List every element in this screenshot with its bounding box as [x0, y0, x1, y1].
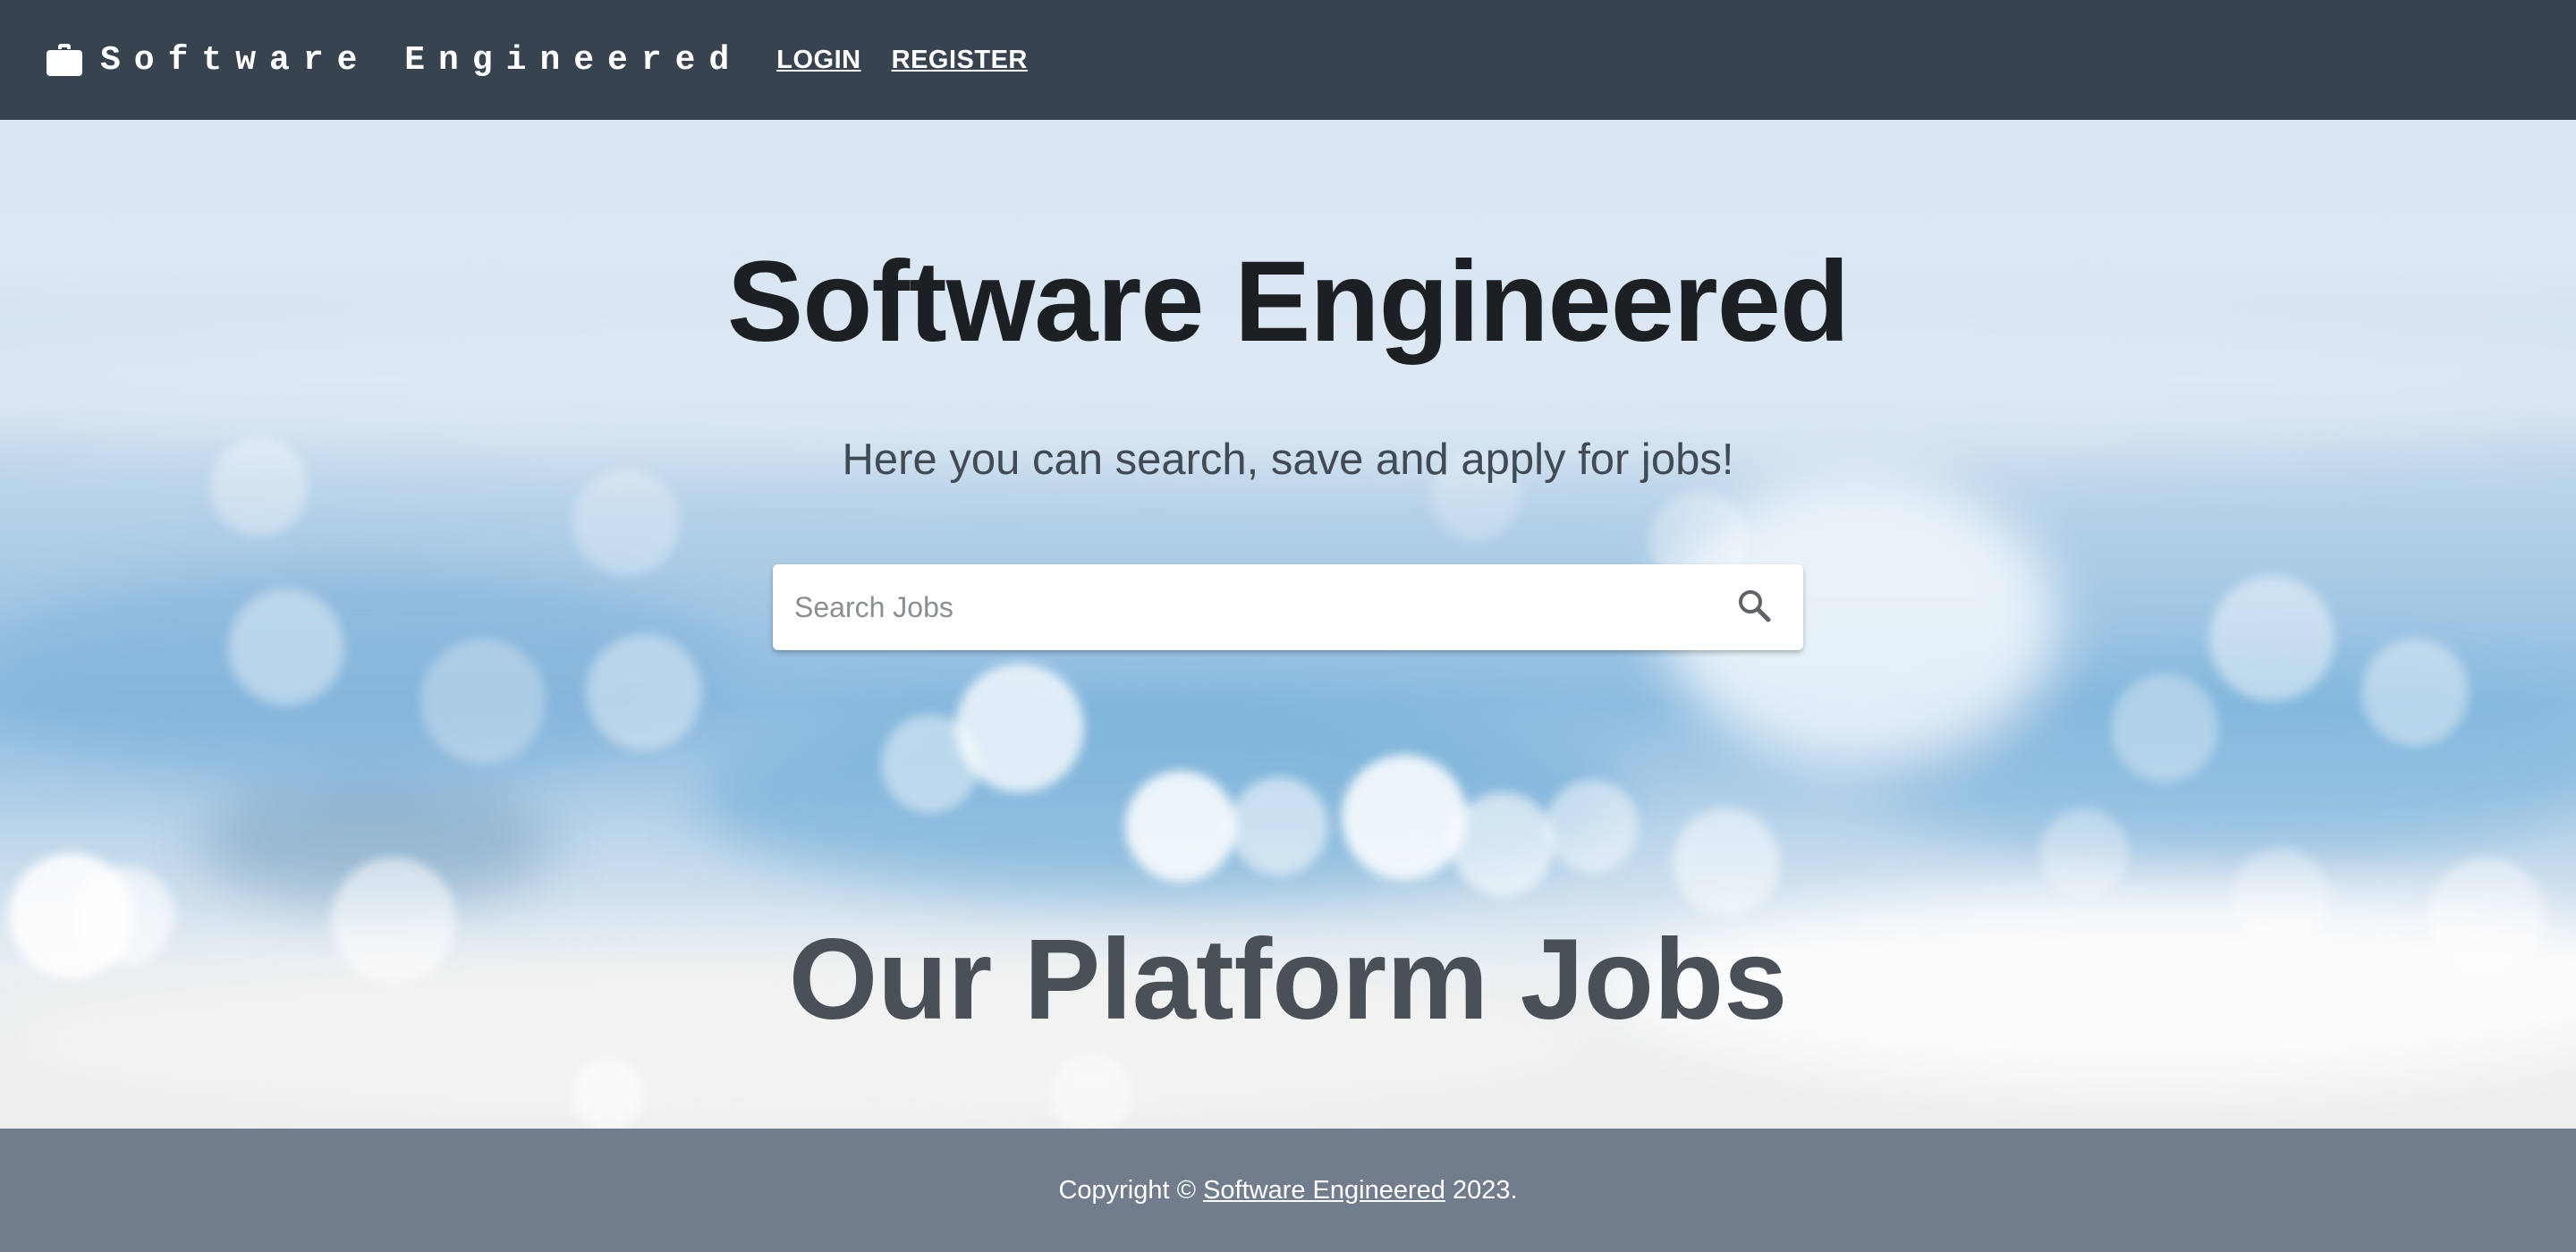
hero-subtitle: Here you can search, save and apply for …: [842, 436, 1734, 484]
footer: Copyright © Software Engineered 2023.: [0, 1129, 2576, 1252]
footer-brand-link[interactable]: Software Engineered: [1203, 1176, 1445, 1205]
footer-copyright-prefix: Copyright ©: [1058, 1175, 1196, 1205]
login-link[interactable]: LOGIN: [776, 46, 860, 75]
register-link[interactable]: REGISTER: [892, 46, 1028, 75]
top-navbar: Software Engineered LOGIN REGISTER: [0, 0, 2576, 120]
hero-title: Software Engineered: [726, 238, 1850, 366]
briefcase-icon: [45, 42, 84, 78]
hero-section: Software Engineered Here you can search,…: [0, 120, 2576, 1129]
search-icon: [1736, 588, 1772, 628]
search-bar: [773, 564, 1803, 650]
brand-link[interactable]: Software Engineered: [45, 41, 742, 80]
search-input[interactable]: [773, 564, 1705, 650]
nav-links: LOGIN REGISTER: [776, 46, 1058, 75]
brand-name: Software Engineered: [100, 40, 743, 80]
footer-year: 2023.: [1452, 1175, 1518, 1205]
section-title-platform-jobs: Our Platform Jobs: [788, 916, 1788, 1044]
search-button[interactable]: [1705, 564, 1803, 650]
page: Software Engineered LOGIN REGISTER Softw…: [0, 0, 2576, 1252]
